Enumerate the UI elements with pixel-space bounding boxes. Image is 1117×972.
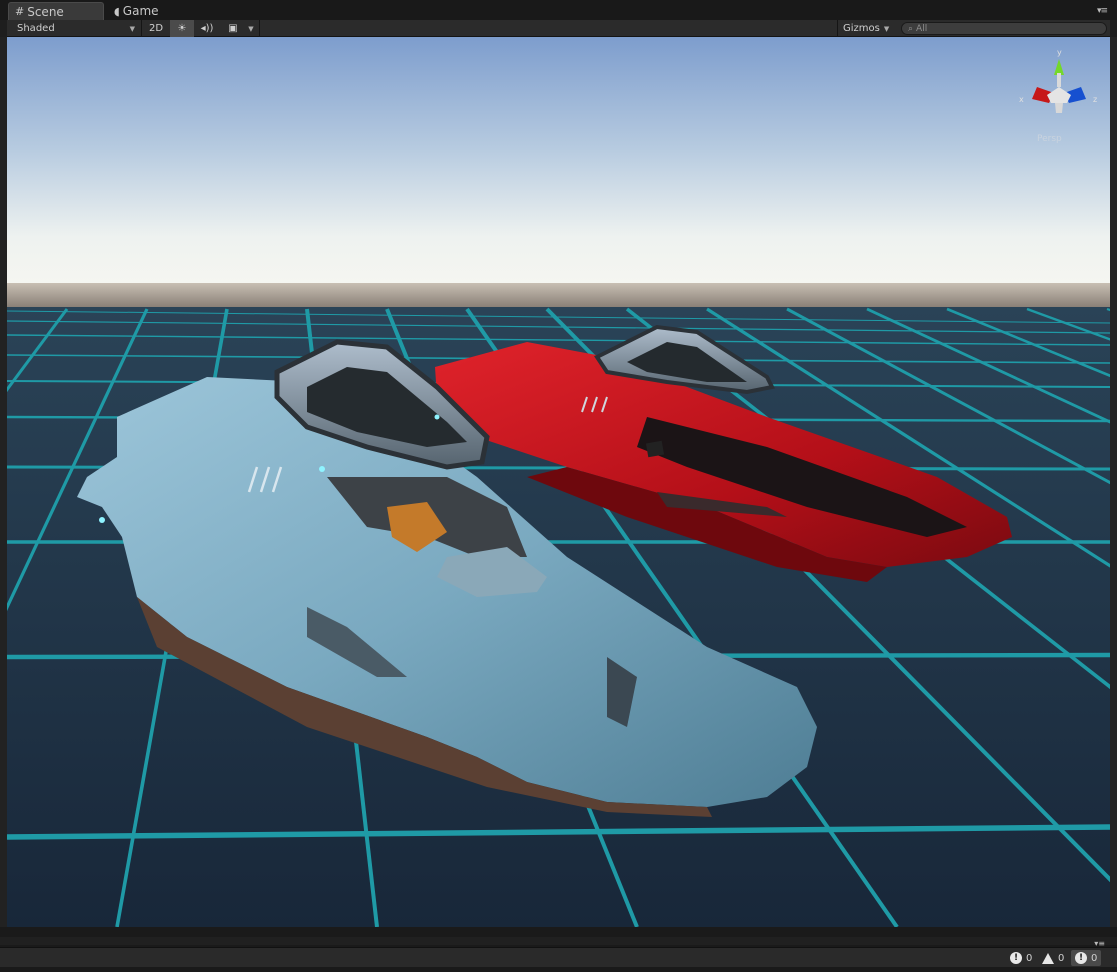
toolbar-divider xyxy=(141,20,142,37)
2d-toggle-button[interactable]: 2D xyxy=(143,20,169,37)
tab-scene[interactable]: # Scene xyxy=(8,2,104,20)
tab-bar: # Scene ◖ Game ▾≡ xyxy=(0,0,1117,20)
warning-count-value: 0 xyxy=(1058,952,1065,964)
warning-icon xyxy=(1042,952,1054,964)
console-header xyxy=(0,937,1117,945)
error-icon: ! xyxy=(1075,952,1087,964)
gizmos-dropdown[interactable]: Gizmos ▼ xyxy=(839,20,897,37)
2d-toggle-label: 2D xyxy=(148,23,164,34)
error-count-value: 0 xyxy=(1091,952,1098,964)
shading-mode-dropdown[interactable]: Shaded ▼ xyxy=(11,21,139,36)
hash-icon: # xyxy=(15,5,25,18)
console-panel: ▾≡ ! 0 0 ! 0 xyxy=(0,927,1117,972)
shading-mode-label: Shaded xyxy=(17,23,55,34)
toolbar-divider xyxy=(259,20,260,37)
message-count-value: 0 xyxy=(1026,952,1033,964)
right-scroll-edge xyxy=(1110,37,1117,927)
scene-audio-button[interactable]: ◂)) xyxy=(195,20,219,37)
sun-icon: ☀ xyxy=(177,23,187,34)
tab-scene-label: Scene xyxy=(27,4,64,19)
info-icon: ! xyxy=(1010,952,1022,964)
scene-toolbar: Shaded ▼ 2D ☀ ◂)) ▣ ▼ Gizmos ▼ ⌕ All xyxy=(7,20,1110,37)
message-count[interactable]: ! 0 xyxy=(1010,950,1032,966)
search-placeholder: All xyxy=(916,23,928,34)
dropdown-caret-icon: ▼ xyxy=(248,24,254,33)
unity-scene-window: # Scene ◖ Game ▾≡ Shaded ▼ 2D ☀ ◂)) ▣ ▼ xyxy=(0,0,1117,972)
gizmos-label: Gizmos xyxy=(843,23,880,34)
persp-label: Persp xyxy=(1037,134,1062,144)
tab-game[interactable]: ◖ Game xyxy=(108,2,178,20)
tab-menu-icon[interactable]: ▾≡ xyxy=(1097,6,1108,16)
gizmo-x-label: x xyxy=(1019,95,1024,104)
gizmo-y-label: y xyxy=(1057,48,1062,57)
scene-lighting-button[interactable]: ☀ xyxy=(170,20,194,37)
dropdown-caret-icon: ▼ xyxy=(129,24,135,33)
speaker-icon: ◂)) xyxy=(200,23,214,34)
error-count[interactable]: ! 0 xyxy=(1071,950,1102,966)
sky xyxy=(7,37,1110,287)
gizmo-z-label: z xyxy=(1093,95,1097,104)
effects-dropdown[interactable]: ▼ xyxy=(245,20,257,37)
dropdown-caret-icon: ▼ xyxy=(883,24,890,33)
warning-count[interactable]: 0 xyxy=(1042,950,1064,966)
pacman-icon: ◖ xyxy=(114,4,120,18)
left-panel-edge xyxy=(0,37,7,927)
image-icon: ▣ xyxy=(228,23,238,34)
tab-game-label: Game xyxy=(122,4,159,18)
scene-effects-button[interactable]: ▣ xyxy=(221,20,245,37)
search-icon: ⌕ xyxy=(908,23,914,34)
toolbar-divider xyxy=(837,20,838,37)
console-status-bar: ! 0 0 ! 0 xyxy=(0,947,1117,967)
hierarchy-search-input[interactable]: ⌕ All xyxy=(901,22,1107,35)
scene-viewport[interactable]: y x z Persp xyxy=(7,37,1110,927)
scene-render: y x z Persp xyxy=(7,37,1110,927)
